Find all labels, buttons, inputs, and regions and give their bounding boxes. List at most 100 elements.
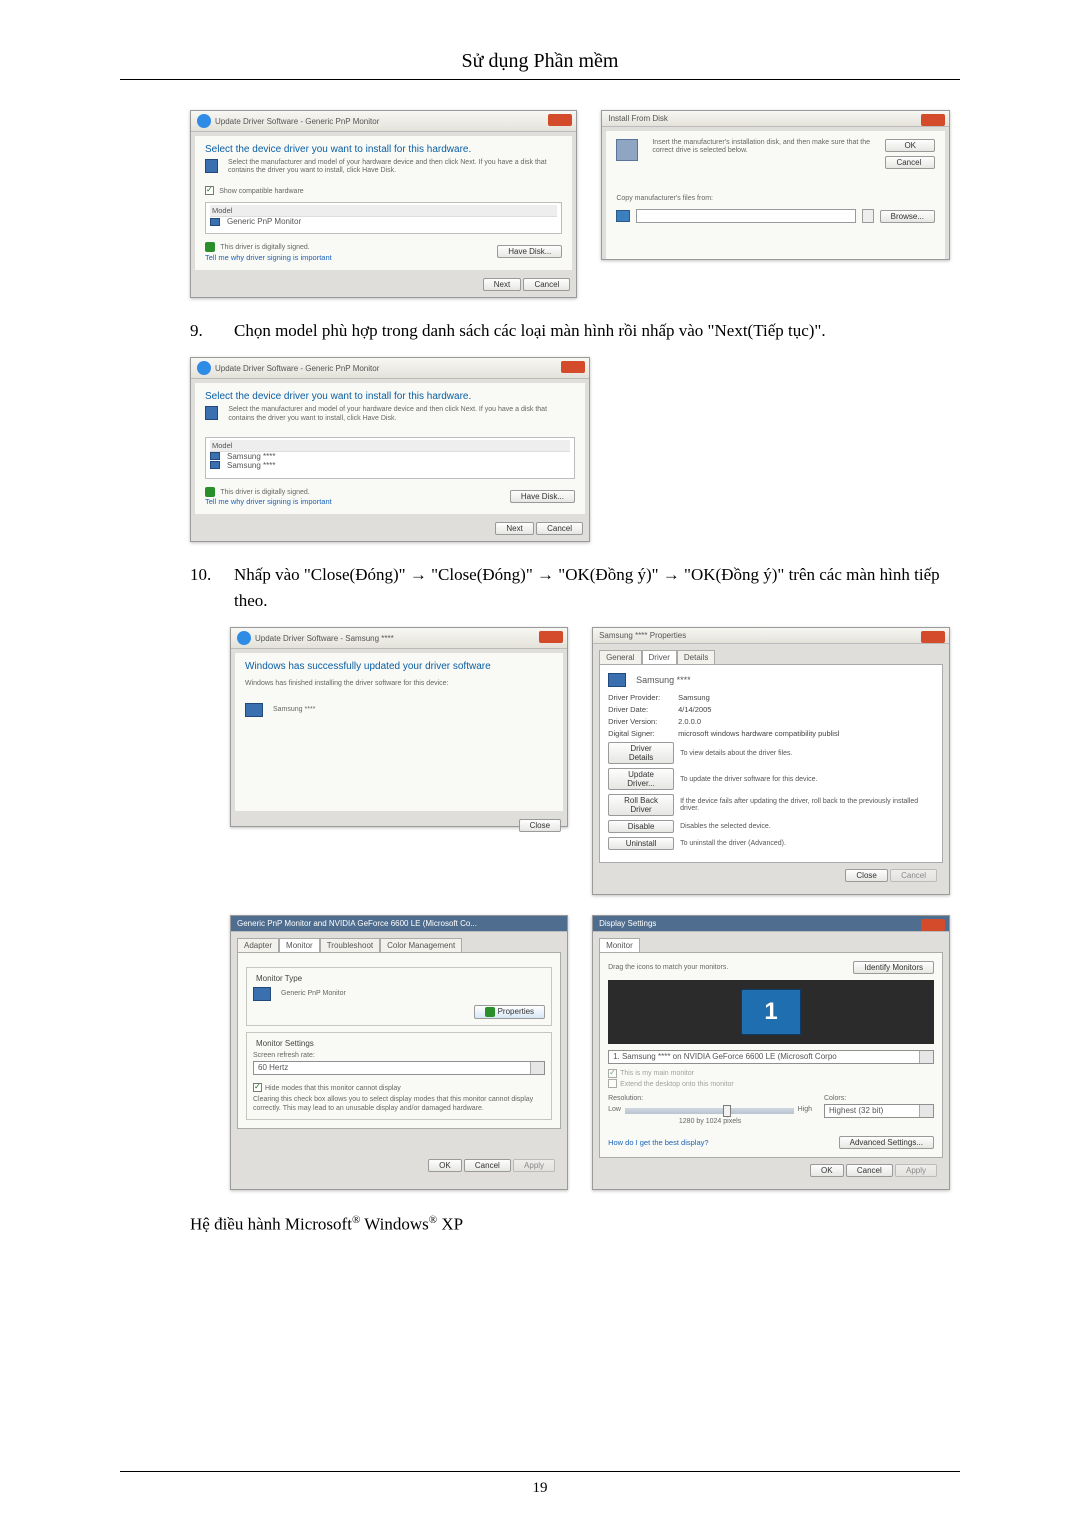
have-disk-button[interactable]: Have Disk... [510, 490, 575, 503]
list-item[interactable]: Generic PnP Monitor [227, 217, 301, 226]
hide-modes-checkbox[interactable] [253, 1083, 262, 1092]
signer-label: Digital Signer: [608, 729, 672, 738]
ok-button[interactable]: OK [428, 1159, 462, 1172]
tab-driver[interactable]: Driver [642, 650, 677, 664]
dialog-heading: Windows has successfully updated your dr… [245, 661, 553, 672]
uninstall-desc: To uninstall the driver (Advanced). [680, 840, 934, 847]
close-icon [921, 114, 945, 126]
colors-combo[interactable]: Highest (32 bit) [824, 1104, 934, 1118]
dialog-heading: Select the device driver you want to ins… [205, 144, 562, 155]
monitor-icon [205, 159, 218, 173]
provider-value: Samsung [678, 693, 710, 702]
step-10: 10. Nhấp vào "Close(Đóng)" → "Close(Đóng… [190, 562, 950, 613]
shield-icon [205, 487, 215, 497]
registered-mark: ® [429, 1214, 437, 1226]
monitor-icon [210, 461, 220, 469]
update-driver-button[interactable]: Update Driver... [608, 768, 674, 790]
cancel-button[interactable]: Cancel [885, 156, 935, 169]
signed-text: This driver is digitally signed. [220, 489, 309, 496]
tab-troubleshoot[interactable]: Troubleshoot [320, 938, 380, 952]
screenshot-driver-properties: Samsung **** Properties General Driver D… [592, 627, 950, 895]
browse-button[interactable]: Browse... [880, 210, 935, 223]
chevron-down-icon[interactable] [530, 1062, 544, 1074]
cancel-button[interactable]: Cancel [464, 1159, 511, 1172]
tab-details[interactable]: Details [677, 650, 715, 664]
monitor-type-group: Monitor Type [253, 974, 305, 983]
header-rule [120, 79, 960, 80]
apply-button: Apply [513, 1159, 555, 1172]
slider-thumb[interactable] [723, 1105, 731, 1117]
disk-icon [616, 210, 630, 222]
best-display-link[interactable]: How do I get the best display? [608, 1138, 708, 1147]
provider-label: Driver Provider: [608, 693, 672, 702]
signing-link[interactable]: Tell me why driver signing is important [205, 497, 332, 506]
driver-details-desc: To view details about the driver files. [680, 750, 934, 757]
model-list[interactable]: Model Generic PnP Monitor [205, 202, 562, 234]
properties-button[interactable]: Properties [498, 1008, 534, 1017]
window-title: Update Driver Software - Samsung **** [255, 634, 394, 643]
refresh-rate-combo[interactable]: 60 Hertz [253, 1061, 545, 1075]
main-monitor-label: This is my main monitor [620, 1070, 694, 1077]
device-name: Samsung **** [636, 675, 691, 685]
cancel-button[interactable]: Cancel [523, 278, 570, 291]
cancel-button[interactable]: Cancel [536, 522, 583, 535]
have-disk-button[interactable]: Have Disk... [497, 245, 562, 258]
list-item[interactable]: Samsung **** [227, 452, 275, 461]
window-title: Update Driver Software - Generic PnP Mon… [215, 117, 379, 126]
model-header: Model [210, 205, 557, 217]
footer-suffix: XP [437, 1215, 463, 1234]
rollback-button[interactable]: Roll Back Driver [608, 794, 674, 816]
version-value: 2.0.0.0 [678, 717, 701, 726]
apply-button: Apply [895, 1164, 937, 1177]
step-number: 10. [190, 562, 220, 613]
step-text: Nhấp vào "Close(Đóng)" → "Close(Đóng)" →… [234, 562, 950, 613]
tab-color[interactable]: Color Management [380, 938, 462, 952]
rollback-desc: If the device fails after updating the d… [680, 798, 934, 812]
step-9: 9. Chọn model phù hợp trong danh sách cá… [190, 318, 950, 344]
tab-adapter[interactable]: Adapter [237, 938, 279, 952]
resolution-value: 1280 by 1024 pixels [608, 1118, 812, 1126]
next-button[interactable]: Next [483, 278, 521, 291]
close-button[interactable]: Close [845, 869, 887, 882]
ok-button[interactable]: OK [885, 139, 935, 152]
extend-desktop-label: Extend the desktop onto this monitor [620, 1081, 734, 1088]
shield-icon [485, 1007, 495, 1017]
monitor-1[interactable]: 1 [741, 989, 801, 1035]
close-button[interactable]: Close [519, 819, 561, 832]
model-list[interactable]: Model Samsung **** Samsung **** [205, 437, 575, 479]
cancel-button: Cancel [890, 869, 937, 882]
identify-button[interactable]: Identify Monitors [853, 961, 934, 974]
os-footer-text: Hệ điều hành Microsoft® Windows® XP [190, 1214, 950, 1235]
disable-button[interactable]: Disable [608, 820, 674, 833]
dropdown-arrow-icon[interactable] [862, 209, 874, 223]
signer-value: microsoft windows hardware compatibility… [678, 729, 839, 738]
shield-icon [205, 242, 215, 252]
driver-details-button[interactable]: Driver Details [608, 742, 674, 764]
next-button[interactable]: Next [495, 522, 533, 535]
close-icon [561, 361, 585, 373]
window-title: Install From Disk [608, 114, 668, 123]
cancel-button[interactable]: Cancel [846, 1164, 893, 1177]
monitor-select-combo[interactable]: 1. Samsung **** on NVIDIA GeForce 6600 L… [608, 1050, 934, 1064]
resolution-slider[interactable] [625, 1108, 794, 1114]
screenshot-update-driver-2: Update Driver Software - Generic PnP Mon… [190, 357, 590, 542]
signing-link[interactable]: Tell me why driver signing is important [205, 253, 332, 262]
checkbox-compatible[interactable] [205, 186, 214, 195]
screenshot-monitor-properties: Generic PnP Monitor and NVIDIA GeForce 6… [230, 915, 568, 1190]
chevron-down-icon[interactable] [919, 1051, 933, 1063]
list-item[interactable]: Samsung **** [227, 461, 275, 470]
monitor-icon [210, 218, 220, 226]
tab-monitor[interactable]: Monitor [279, 938, 320, 952]
uninstall-button[interactable]: Uninstall [608, 837, 674, 850]
advanced-settings-button[interactable]: Advanced Settings... [839, 1136, 934, 1149]
ok-button[interactable]: OK [810, 1164, 844, 1177]
tab-monitor[interactable]: Monitor [599, 938, 640, 952]
drag-instruction: Drag the icons to match your monitors. [608, 964, 728, 972]
tab-general[interactable]: General [599, 650, 641, 664]
screenshot-update-driver-1: Update Driver Software - Generic PnP Mon… [190, 110, 577, 298]
screenshot-install-from-disk: Install From Disk Insert the manufacture… [601, 110, 950, 260]
chevron-down-icon[interactable] [919, 1105, 933, 1117]
display-arena[interactable]: 1 [608, 980, 934, 1044]
hide-modes-desc: Clearing this check box allows you to se… [253, 1096, 545, 1113]
path-input[interactable] [636, 209, 855, 223]
